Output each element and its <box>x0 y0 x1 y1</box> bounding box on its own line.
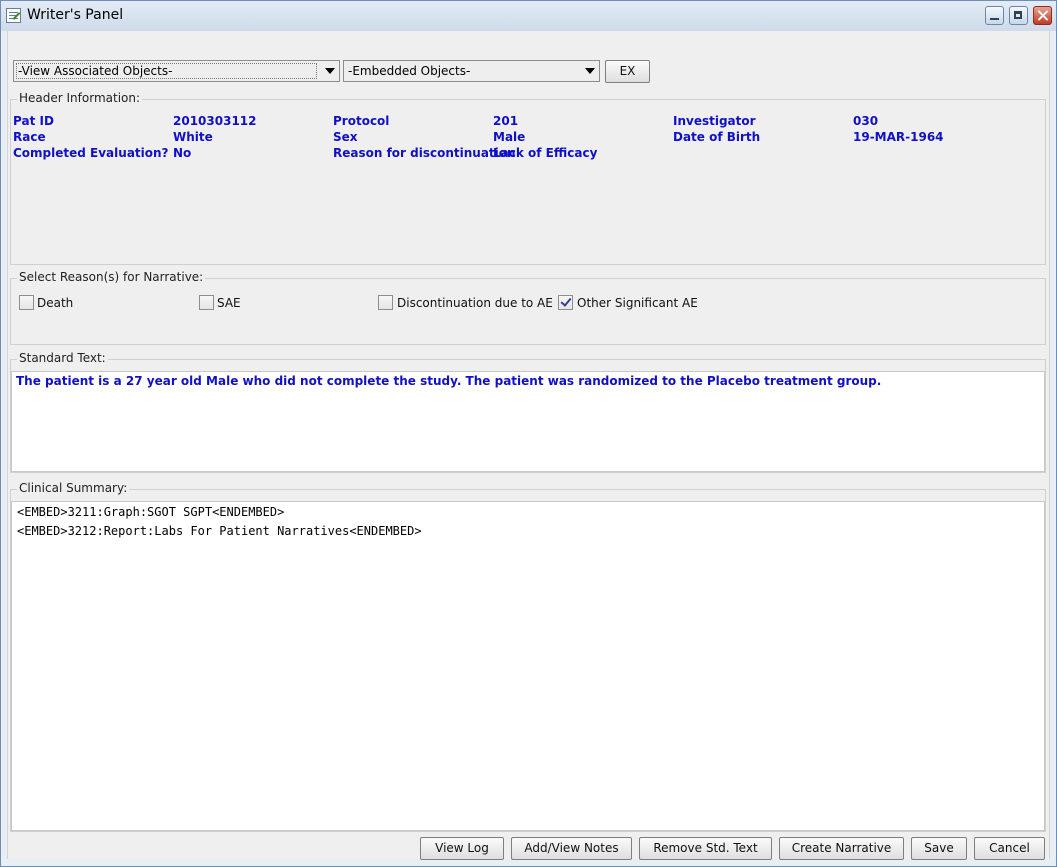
protocol-value: 201 <box>493 114 519 128</box>
writers-panel-body: -View Associated Objects- -Embedded Obje… <box>7 31 1050 860</box>
investigator-value: 030 <box>853 114 879 128</box>
clinical-summary-group: Clinical Summary: <EMBED>3211:Graph:SGOT… <box>10 481 1046 832</box>
other-significant-ae-checkbox[interactable] <box>558 295 573 310</box>
header-information-label: Header Information: <box>17 91 143 105</box>
clinical-summary-label: Clinical Summary: <box>17 481 130 495</box>
sex-label: Sex <box>333 130 358 144</box>
pat-id-value: 2010303112 <box>173 114 257 128</box>
sae-label[interactable]: SAE <box>217 296 241 310</box>
clinical-summary-line: <EMBED>3212:Report:Labs For Patient Narr… <box>17 524 422 538</box>
sae-checkbox[interactable] <box>199 295 214 310</box>
minimize-button[interactable] <box>985 6 1004 25</box>
reasons-for-narrative-group: Select Reason(s) for Narrative: Death SA… <box>10 270 1046 345</box>
create-narrative-button[interactable]: Create Narrative <box>779 837 904 860</box>
clinical-summary-area[interactable]: <EMBED>3211:Graph:SGOT SGPT<ENDEMBED> <E… <box>11 501 1045 831</box>
completed-evaluation-label: Completed Evaluation? <box>13 146 169 160</box>
close-button[interactable] <box>1033 6 1052 25</box>
date-of-birth-label: Date of Birth <box>673 130 761 144</box>
associated-objects-dropdown[interactable]: -View Associated Objects- <box>13 60 340 82</box>
chevron-down-icon <box>325 68 335 74</box>
reasons-for-narrative-label: Select Reason(s) for Narrative: <box>17 270 206 284</box>
clinical-summary-line: <EMBED>3211:Graph:SGOT SGPT<ENDEMBED> <box>17 505 285 519</box>
embedded-objects-dropdown[interactable]: -Embedded Objects- <box>343 60 600 82</box>
completed-evaluation-value: No <box>173 146 192 160</box>
sex-value: Male <box>493 130 526 144</box>
window-title: Writer's Panel <box>27 7 124 23</box>
pat-id-label: Pat ID <box>13 114 54 128</box>
investigator-label: Investigator <box>673 114 756 128</box>
death-label[interactable]: Death <box>37 296 73 310</box>
race-value: White <box>173 130 213 144</box>
chevron-down-icon <box>585 68 595 74</box>
add-view-notes-button[interactable]: Add/View Notes <box>511 837 632 860</box>
reason-for-discontinuation-label: Reason for discontinuation <box>333 146 516 160</box>
standard-text-label: Standard Text: <box>17 351 108 365</box>
discontinuation-due-to-ae-label[interactable]: Discontinuation due to AE <box>397 296 553 310</box>
reason-for-discontinuation-value: Lack of Efficacy <box>493 146 598 160</box>
discontinuation-due-to-ae-checkbox[interactable] <box>378 295 393 310</box>
embedded-objects-selected: -Embedded Objects- <box>348 64 471 78</box>
associated-objects-selected: -View Associated Objects- <box>18 64 173 78</box>
cancel-button[interactable]: Cancel <box>974 837 1045 860</box>
view-log-button[interactable]: View Log <box>420 837 504 860</box>
writers-panel-window: Writer's Panel -View Associated Objects-… <box>0 0 1057 867</box>
death-checkbox[interactable] <box>19 295 34 310</box>
race-label: Race <box>13 130 46 144</box>
standard-text-area[interactable]: The patient is a 27 year old Male who di… <box>11 371 1045 472</box>
writers-panel-app-icon <box>6 8 21 23</box>
standard-text-content: The patient is a 27 year old Male who di… <box>16 374 882 388</box>
standard-text-group: Standard Text: The patient is a 27 year … <box>10 351 1046 473</box>
header-information-group: Header Information: Pat ID 2010303112 Pr… <box>10 91 1046 265</box>
maximize-button[interactable] <box>1009 6 1028 25</box>
ex-button[interactable]: EX <box>605 60 650 83</box>
protocol-label: Protocol <box>333 114 390 128</box>
save-button[interactable]: Save <box>911 837 967 860</box>
other-significant-ae-label[interactable]: Other Significant AE <box>577 296 698 310</box>
title-bar[interactable]: Writer's Panel <box>1 1 1056 31</box>
remove-std-text-button[interactable]: Remove Std. Text <box>639 837 772 860</box>
date-of-birth-value: 19-MAR-1964 <box>853 130 944 144</box>
